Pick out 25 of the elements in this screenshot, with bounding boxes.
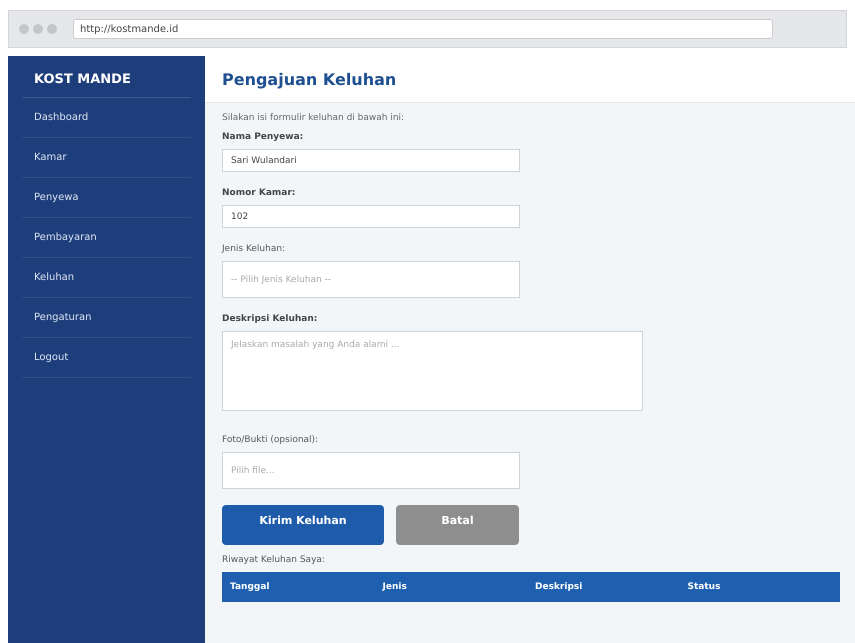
field-label: Deskripsi Keluhan:: [222, 314, 318, 324]
field-label: Foto/Bukti (opsional):: [222, 435, 320, 445]
sidebar-item[interactable]: Keluhan: [22, 258, 191, 298]
column-header[interactable]: Jenis: [382, 582, 535, 592]
column-header[interactable]: Status: [688, 582, 840, 592]
column-header[interactable]: Deskripsi: [535, 582, 688, 592]
sidebar-item[interactable]: Dashboard: [22, 98, 191, 138]
intro-text: Silakan isi formulir keluhan di bawah ini:: [222, 113, 406, 123]
text-field[interactable]: 102: [222, 205, 520, 228]
brand-title: KOST MANDE: [22, 66, 191, 98]
field-label: Nama Penyewa:: [222, 132, 304, 142]
sidebar-item[interactable]: Kamar: [22, 138, 191, 178]
page-title: Pengajuan Keluhan: [222, 70, 396, 88]
address-bar[interactable]: http://kostmande.id: [73, 19, 773, 39]
section-title: Riwayat Keluhan Saya:: [222, 555, 326, 565]
sidebar-item[interactable]: Pembayaran: [22, 218, 191, 258]
submit-button[interactable]: Kirim Keluhan: [222, 505, 384, 545]
sidebar-item[interactable]: Pengaturan: [22, 298, 191, 338]
column-header[interactable]: Tanggal: [230, 582, 382, 592]
text-field[interactable]: Sari Wulandari: [222, 149, 520, 172]
textarea-field[interactable]: Jelaskan masalah yang Anda alami ...: [222, 331, 643, 411]
field-label: Nomor Kamar:: [222, 188, 296, 198]
sidebar-item[interactable]: Penyewa: [22, 178, 191, 218]
sidebar-item[interactable]: Logout: [22, 338, 191, 378]
field-label: Jenis Keluhan:: [222, 244, 286, 254]
